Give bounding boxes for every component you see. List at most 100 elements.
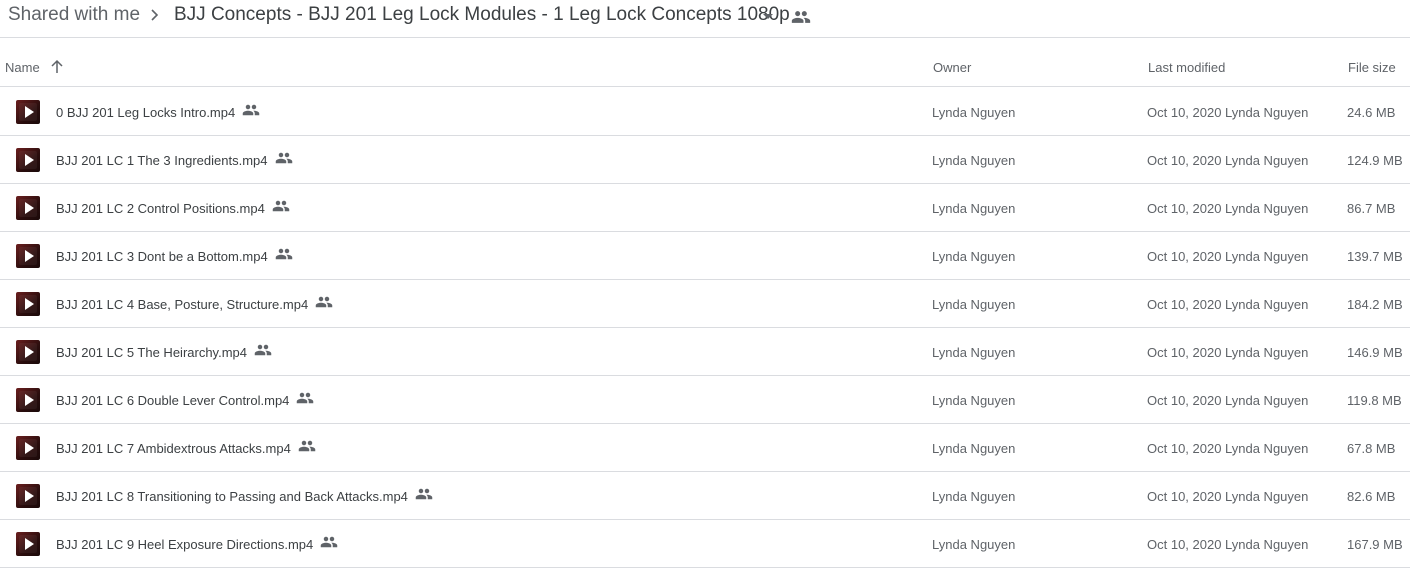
file-size-cell: 82.6 MB — [1347, 489, 1396, 504]
modified-date-cell: Oct 10, 2020 — [1147, 105, 1222, 120]
play-icon — [25, 250, 34, 262]
people-icon — [275, 248, 292, 259]
video-thumbnail — [16, 148, 40, 172]
video-thumbnail — [16, 292, 40, 316]
people-icon — [242, 104, 260, 115]
video-thumbnail — [16, 196, 40, 220]
file-name: 0 BJJ 201 Leg Locks Intro.mp4 — [56, 105, 236, 120]
modified-date-cell: Oct 10, 2020 — [1147, 489, 1222, 504]
column-header-name[interactable]: Name — [5, 60, 40, 75]
file-name-cell: BJJ 201 LC 6 Double Lever Control.mp4 — [56, 392, 314, 408]
table-row[interactable]: BJJ 201 LC 1 The 3 Ingredients.mp4 Lynda… — [0, 136, 1410, 184]
table-row[interactable]: BJJ 201 LC 8 Transitioning to Passing an… — [0, 472, 1410, 520]
file-size-cell: 139.7 MB — [1347, 249, 1403, 264]
modified-date-cell: Oct 10, 2020 — [1147, 345, 1222, 360]
video-thumbnail — [16, 484, 40, 508]
sort-arrow-up-icon[interactable] — [49, 59, 65, 75]
video-thumbnail — [16, 340, 40, 364]
table-row[interactable]: BJJ 201 LC 2 Control Positions.mp4 Lynda… — [0, 184, 1410, 232]
file-name-cell: BJJ 201 LC 5 The Heirarchy.mp4 — [56, 344, 272, 360]
modified-date-cell: Oct 10, 2020 — [1147, 297, 1222, 312]
people-icon — [315, 296, 333, 307]
owner-cell: Lynda Nguyen — [932, 249, 1016, 264]
column-header-last-modified[interactable]: Last modified — [1148, 60, 1225, 75]
people-icon — [272, 200, 290, 211]
file-name: BJJ 201 LC 8 Transitioning to Passing an… — [56, 489, 408, 504]
breadcrumb: Shared with me BJJ Concepts - BJJ 201 Le… — [0, 0, 1410, 38]
table-row[interactable]: BJJ 201 LC 4 Base, Posture, Structure.mp… — [0, 280, 1410, 328]
people-icon — [320, 536, 338, 547]
owner-cell: Lynda Nguyen — [932, 393, 1016, 408]
file-name: BJJ 201 LC 2 Control Positions.mp4 — [56, 201, 265, 216]
people-icon — [275, 152, 292, 163]
people-icon — [297, 392, 314, 403]
modified-by-cell: Lynda Nguyen — [1225, 249, 1309, 264]
file-name-cell: 0 BJJ 201 Leg Locks Intro.mp4 — [56, 104, 260, 120]
video-thumbnail — [16, 100, 40, 124]
column-header-owner[interactable]: Owner — [933, 60, 971, 75]
modified-by-cell: Lynda Nguyen — [1225, 201, 1309, 216]
table-row[interactable]: 0 BJJ 201 Leg Locks Intro.mp4 Lynda Nguy… — [0, 88, 1410, 136]
owner-cell: Lynda Nguyen — [932, 537, 1016, 552]
file-name-cell: BJJ 201 LC 7 Ambidextrous Attacks.mp4 — [56, 440, 316, 456]
file-size-cell: 86.7 MB — [1347, 201, 1396, 216]
file-name-cell: BJJ 201 LC 1 The 3 Ingredients.mp4 — [56, 152, 293, 168]
file-name: BJJ 201 LC 5 The Heirarchy.mp4 — [56, 345, 247, 360]
modified-by-cell: Lynda Nguyen — [1225, 105, 1309, 120]
file-name-cell: BJJ 201 LC 8 Transitioning to Passing an… — [56, 488, 433, 504]
video-thumbnail — [16, 244, 40, 268]
owner-cell: Lynda Nguyen — [932, 345, 1016, 360]
modified-date-cell: Oct 10, 2020 — [1147, 393, 1222, 408]
modified-by-cell: Lynda Nguyen — [1225, 153, 1309, 168]
caret-down-icon[interactable] — [760, 8, 776, 24]
file-list: 0 BJJ 201 Leg Locks Intro.mp4 Lynda Nguy… — [0, 88, 1410, 568]
modified-date-cell: Oct 10, 2020 — [1147, 441, 1222, 456]
play-icon — [25, 202, 34, 214]
file-size-cell: 119.8 MB — [1347, 393, 1402, 408]
owner-cell: Lynda Nguyen — [932, 105, 1016, 120]
people-icon — [254, 344, 272, 355]
table-row[interactable]: BJJ 201 LC 9 Heel Exposure Directions.mp… — [0, 520, 1410, 568]
play-icon — [25, 106, 34, 118]
file-name-cell: BJJ 201 LC 4 Base, Posture, Structure.mp… — [56, 296, 333, 312]
owner-cell: Lynda Nguyen — [932, 153, 1016, 168]
play-icon — [25, 154, 34, 166]
people-icon — [415, 488, 433, 499]
play-icon — [25, 298, 34, 310]
file-name-cell: BJJ 201 LC 9 Heel Exposure Directions.mp… — [56, 536, 338, 552]
play-icon — [25, 442, 34, 454]
play-icon — [25, 346, 34, 358]
column-header-file-size[interactable]: File size — [1348, 60, 1396, 75]
breadcrumb-shared-with-me[interactable]: Shared with me — [8, 4, 140, 26]
table-row[interactable]: BJJ 201 LC 6 Double Lever Control.mp4 Ly… — [0, 376, 1410, 424]
file-name: BJJ 201 LC 7 Ambidextrous Attacks.mp4 — [56, 441, 291, 456]
modified-by-cell: Lynda Nguyen — [1225, 441, 1309, 456]
file-size-cell: 67.8 MB — [1347, 441, 1396, 456]
table-row[interactable]: BJJ 201 LC 3 Dont be a Bottom.mp4 Lynda … — [0, 232, 1410, 280]
file-name-cell: BJJ 201 LC 2 Control Positions.mp4 — [56, 200, 290, 216]
file-size-cell: 24.6 MB — [1347, 105, 1396, 120]
play-icon — [25, 538, 34, 550]
file-size-cell: 184.2 MB — [1347, 297, 1403, 312]
file-size-cell: 146.9 MB — [1347, 345, 1403, 360]
video-thumbnail — [16, 388, 40, 412]
owner-cell: Lynda Nguyen — [932, 489, 1016, 504]
chevron-right-icon — [151, 9, 159, 21]
modified-date-cell: Oct 10, 2020 — [1147, 153, 1222, 168]
file-size-cell: 167.9 MB — [1347, 537, 1403, 552]
owner-cell: Lynda Nguyen — [932, 441, 1016, 456]
modified-by-cell: Lynda Nguyen — [1225, 345, 1309, 360]
people-icon — [298, 440, 316, 451]
table-row[interactable]: BJJ 201 LC 7 Ambidextrous Attacks.mp4 Ly… — [0, 424, 1410, 472]
play-icon — [25, 394, 34, 406]
owner-cell: Lynda Nguyen — [932, 297, 1016, 312]
modified-by-cell: Lynda Nguyen — [1225, 537, 1309, 552]
video-thumbnail — [16, 532, 40, 556]
file-name-cell: BJJ 201 LC 3 Dont be a Bottom.mp4 — [56, 248, 293, 264]
file-name: BJJ 201 LC 1 The 3 Ingredients.mp4 — [56, 153, 268, 168]
owner-cell: Lynda Nguyen — [932, 201, 1016, 216]
file-name: BJJ 201 LC 9 Heel Exposure Directions.mp… — [56, 537, 314, 552]
table-row[interactable]: BJJ 201 LC 5 The Heirarchy.mp4 Lynda Ngu… — [0, 328, 1410, 376]
breadcrumb-current-folder[interactable]: BJJ Concepts - BJJ 201 Leg Lock Modules … — [174, 4, 790, 26]
play-icon — [25, 490, 34, 502]
